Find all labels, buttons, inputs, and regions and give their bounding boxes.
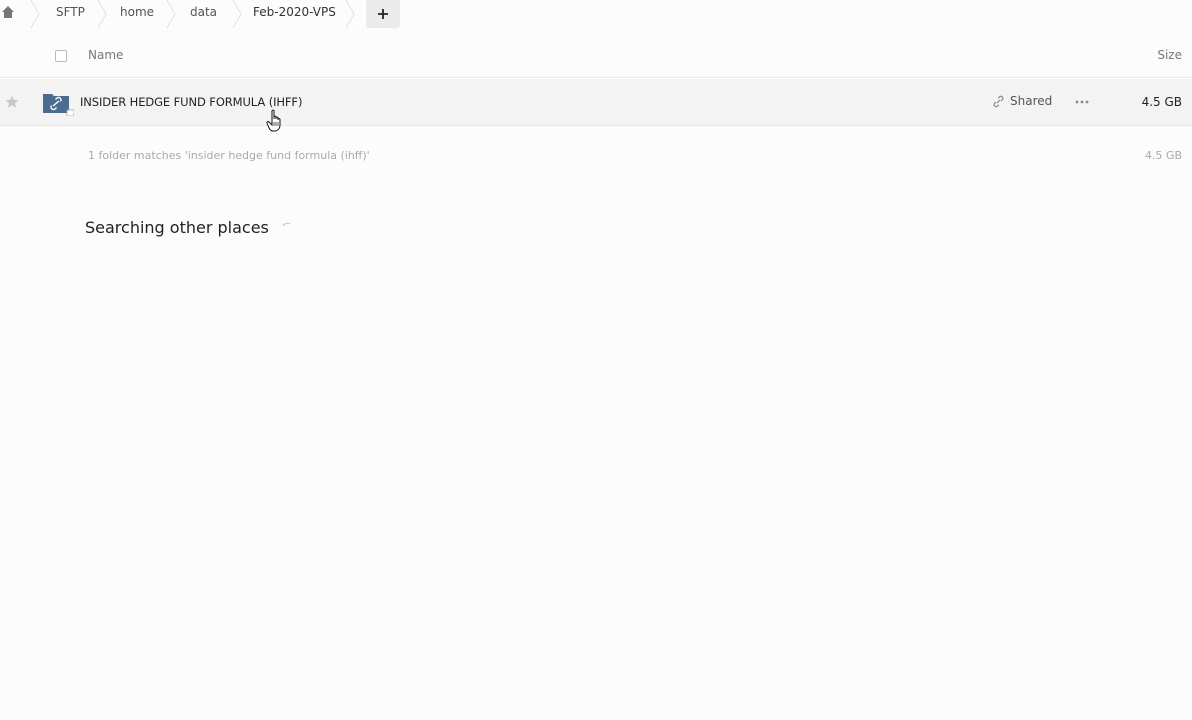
summary-size: 4.5 GB [1144,149,1182,162]
breadcrumb-item-sftp[interactable]: SFTP [56,0,85,28]
add-button[interactable] [366,0,400,28]
file-list-header: Name Size [0,36,1192,78]
searching-label: Searching other places [85,218,269,237]
plus-icon [378,9,388,19]
hand-cursor-icon [266,109,281,132]
share-button[interactable]: Shared [992,94,1052,108]
link-icon [993,95,1004,107]
breadcrumb-separator [232,0,242,28]
select-all-checkbox[interactable] [55,50,67,62]
size-column-header[interactable]: Size [1157,48,1182,62]
shared-label: Shared [1010,94,1053,108]
name-column-header[interactable]: Name [88,48,123,62]
file-size: 4.5 GB [1141,95,1182,109]
breadcrumb-item-home[interactable]: home [120,0,154,28]
breadcrumb-separator [166,0,176,28]
breadcrumb: SFTP home data Feb-2020-VPS [0,0,1192,28]
searching-other-places: Searching other places [85,218,293,237]
breadcrumb-separator [345,0,355,28]
table-row[interactable]: INSIDER HEDGE FUND FORMULA (IHFF) Shared… [0,79,1192,126]
breadcrumb-separator [97,0,107,28]
file-name[interactable]: INSIDER HEDGE FUND FORMULA (IHFF) [80,95,302,109]
breadcrumb-item-feb-2020-vps[interactable]: Feb-2020-VPS [253,0,336,28]
breadcrumb-item-data[interactable]: data [190,0,217,28]
home-icon[interactable] [0,4,16,20]
search-summary: 1 folder matches 'insider hedge fund for… [0,140,1192,170]
star-icon[interactable] [5,95,19,109]
summary-text: 1 folder matches 'insider hedge fund for… [88,149,370,162]
shared-folder-icon [43,94,74,116]
more-options-icon[interactable] [1074,97,1090,107]
loading-spinner-icon [282,222,291,226]
breadcrumb-separator [30,0,40,28]
